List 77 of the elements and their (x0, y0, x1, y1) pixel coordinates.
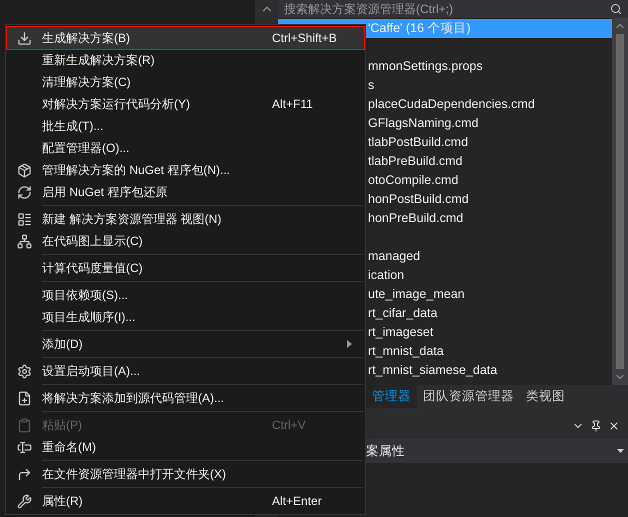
menu-item[interactable]: 项目依赖项(S)... (7, 284, 364, 306)
menu-item[interactable]: 设置启动项目(A)... (7, 360, 364, 382)
download-icon (17, 30, 32, 46)
text-cursor-icon (17, 440, 32, 454)
menu-item-label: 粘贴(P) (42, 417, 83, 434)
tree-item-label: mmonSettings.props (368, 58, 483, 76)
menu-item-label: 重新生成解决方案(R) (42, 52, 156, 69)
menu-item[interactable]: 新建 解决方案资源管理器 视图(N) (7, 208, 364, 230)
menu-item-label: 重命名(M) (42, 439, 97, 456)
menu-item[interactable]: 对解决方案运行代码分析(Y) Alt+F11 (7, 93, 364, 115)
panel-tab[interactable]: 团队资源管理器 (417, 385, 520, 408)
menu-item-label: 设置启动项目(A)... (42, 363, 141, 380)
refresh-icon (17, 184, 32, 200)
menu-item-label: 清理解决方案(C) (42, 74, 132, 91)
menu-item[interactable]: 属性(R) Alt+Enter (7, 490, 364, 512)
tree-item-label: s (368, 77, 374, 94)
settings-icon (17, 364, 32, 378)
list-window-icon (17, 212, 32, 226)
tree-item-label: rt_imageset (368, 324, 434, 342)
tree-item-label: otoCompile.cmd (368, 172, 458, 190)
tree-item-label: rt_mnist_data (368, 343, 444, 360)
menu-item-label: 项目依赖项(S)... (42, 287, 129, 304)
menu-item-label: 管理解决方案的 NuGet 程序包(N)... (42, 162, 232, 179)
menu-item[interactable]: 计算代码度量值(C) (7, 257, 364, 279)
shortcut-label: Ctrl+V (272, 417, 307, 434)
tree-item-label: honPostBuild.cmd (368, 191, 469, 208)
menu-item[interactable]: 在代码图上显示(C) (7, 230, 364, 252)
tree-item-label: rt_mnist_siamese_data (368, 362, 498, 380)
menu-item-label: 属性(R) (42, 493, 84, 510)
menu-item-label: 在代码图上显示(C) (42, 233, 144, 250)
menu-item-label: 添加(D) (42, 336, 84, 353)
menu-item[interactable]: 配置管理器(O)... (7, 137, 364, 159)
menu-item[interactable]: 项目生成顺序(I)... (7, 306, 364, 328)
tree-item-label: tlabPreBuild.cmd (368, 153, 462, 170)
network-icon (17, 234, 32, 248)
panel-tab[interactable]: 类视图 (520, 385, 571, 408)
menu-item[interactable]: 启用 NuGet 程序包还原 (7, 181, 364, 203)
file-plus-icon (17, 390, 32, 406)
menu-item[interactable]: 生成解决方案(B) Ctrl+Shift+B (7, 27, 364, 49)
menu-item-label: 计算代码度量值(C) (42, 260, 144, 277)
menu-item-label: 启用 NuGet 程序包还原 (42, 184, 168, 201)
menu-item[interactable]: 重新生成解决方案(R) (7, 49, 364, 71)
tree-item-label: GFlagsNaming.cmd (368, 115, 478, 132)
tree-item-label: managed (368, 248, 420, 266)
menu-item[interactable]: 管理解决方案的 NuGet 程序包(N)... (7, 159, 364, 181)
menu-item-label: 将解决方案添加到源代码管理(A)... (42, 390, 225, 407)
pin-icon[interactable] (590, 420, 602, 432)
panel-tab[interactable]: 管理器 (366, 385, 417, 408)
close-icon[interactable] (608, 420, 620, 432)
menu-item-label: 生成解决方案(B) (42, 30, 131, 47)
redo-arrow-icon (17, 466, 32, 482)
wrench-icon (17, 494, 32, 508)
menu-item[interactable]: 在文件资源管理器中打开文件夹(X) (7, 463, 364, 485)
menu-item-label: 对解决方案运行代码分析(Y) (42, 96, 191, 113)
package-icon (17, 162, 32, 178)
search-field[interactable]: 搜索解决方案资源管理器(Ctrl+;) (278, 0, 628, 18)
menu-item[interactable]: 清理解决方案(C) (7, 71, 364, 93)
shortcut-label: Alt+Enter (272, 493, 323, 510)
menu-item-label: 配置管理器(O)... (42, 140, 130, 157)
tree-item-label: tlabPostBuild.cmd (368, 134, 468, 152)
menu-item-label: 在文件资源管理器中打开文件夹(X) (42, 466, 227, 483)
menu-item-label: 批生成(T)... (42, 118, 104, 135)
menu-item[interactable]: 批生成(T)... (7, 115, 364, 137)
scrollbar[interactable] (612, 18, 628, 385)
tree-item-label: 'Caffe' (16 个项目) (368, 20, 471, 38)
tree-item-label: rt_cifar_data (368, 305, 438, 322)
dropdown-arrow-icon[interactable] (617, 449, 624, 453)
tree-item-label: ication (368, 267, 404, 284)
menu-item-label: 项目生成顺序(I)... (42, 309, 136, 326)
menu-item[interactable]: 将解决方案添加到源代码管理(A)... (7, 387, 364, 409)
search-icon[interactable] (610, 3, 622, 15)
shortcut-label: Alt+F11 (272, 96, 314, 113)
tree-item-label: honPreBuild.cmd (368, 210, 464, 228)
tree-item-label: ute_image_mean (368, 286, 465, 304)
menu-item-label: 新建 解决方案资源管理器 视图(N) (42, 211, 222, 228)
menu-item[interactable]: 添加(D) (7, 333, 364, 355)
clipboard-icon (17, 418, 32, 432)
